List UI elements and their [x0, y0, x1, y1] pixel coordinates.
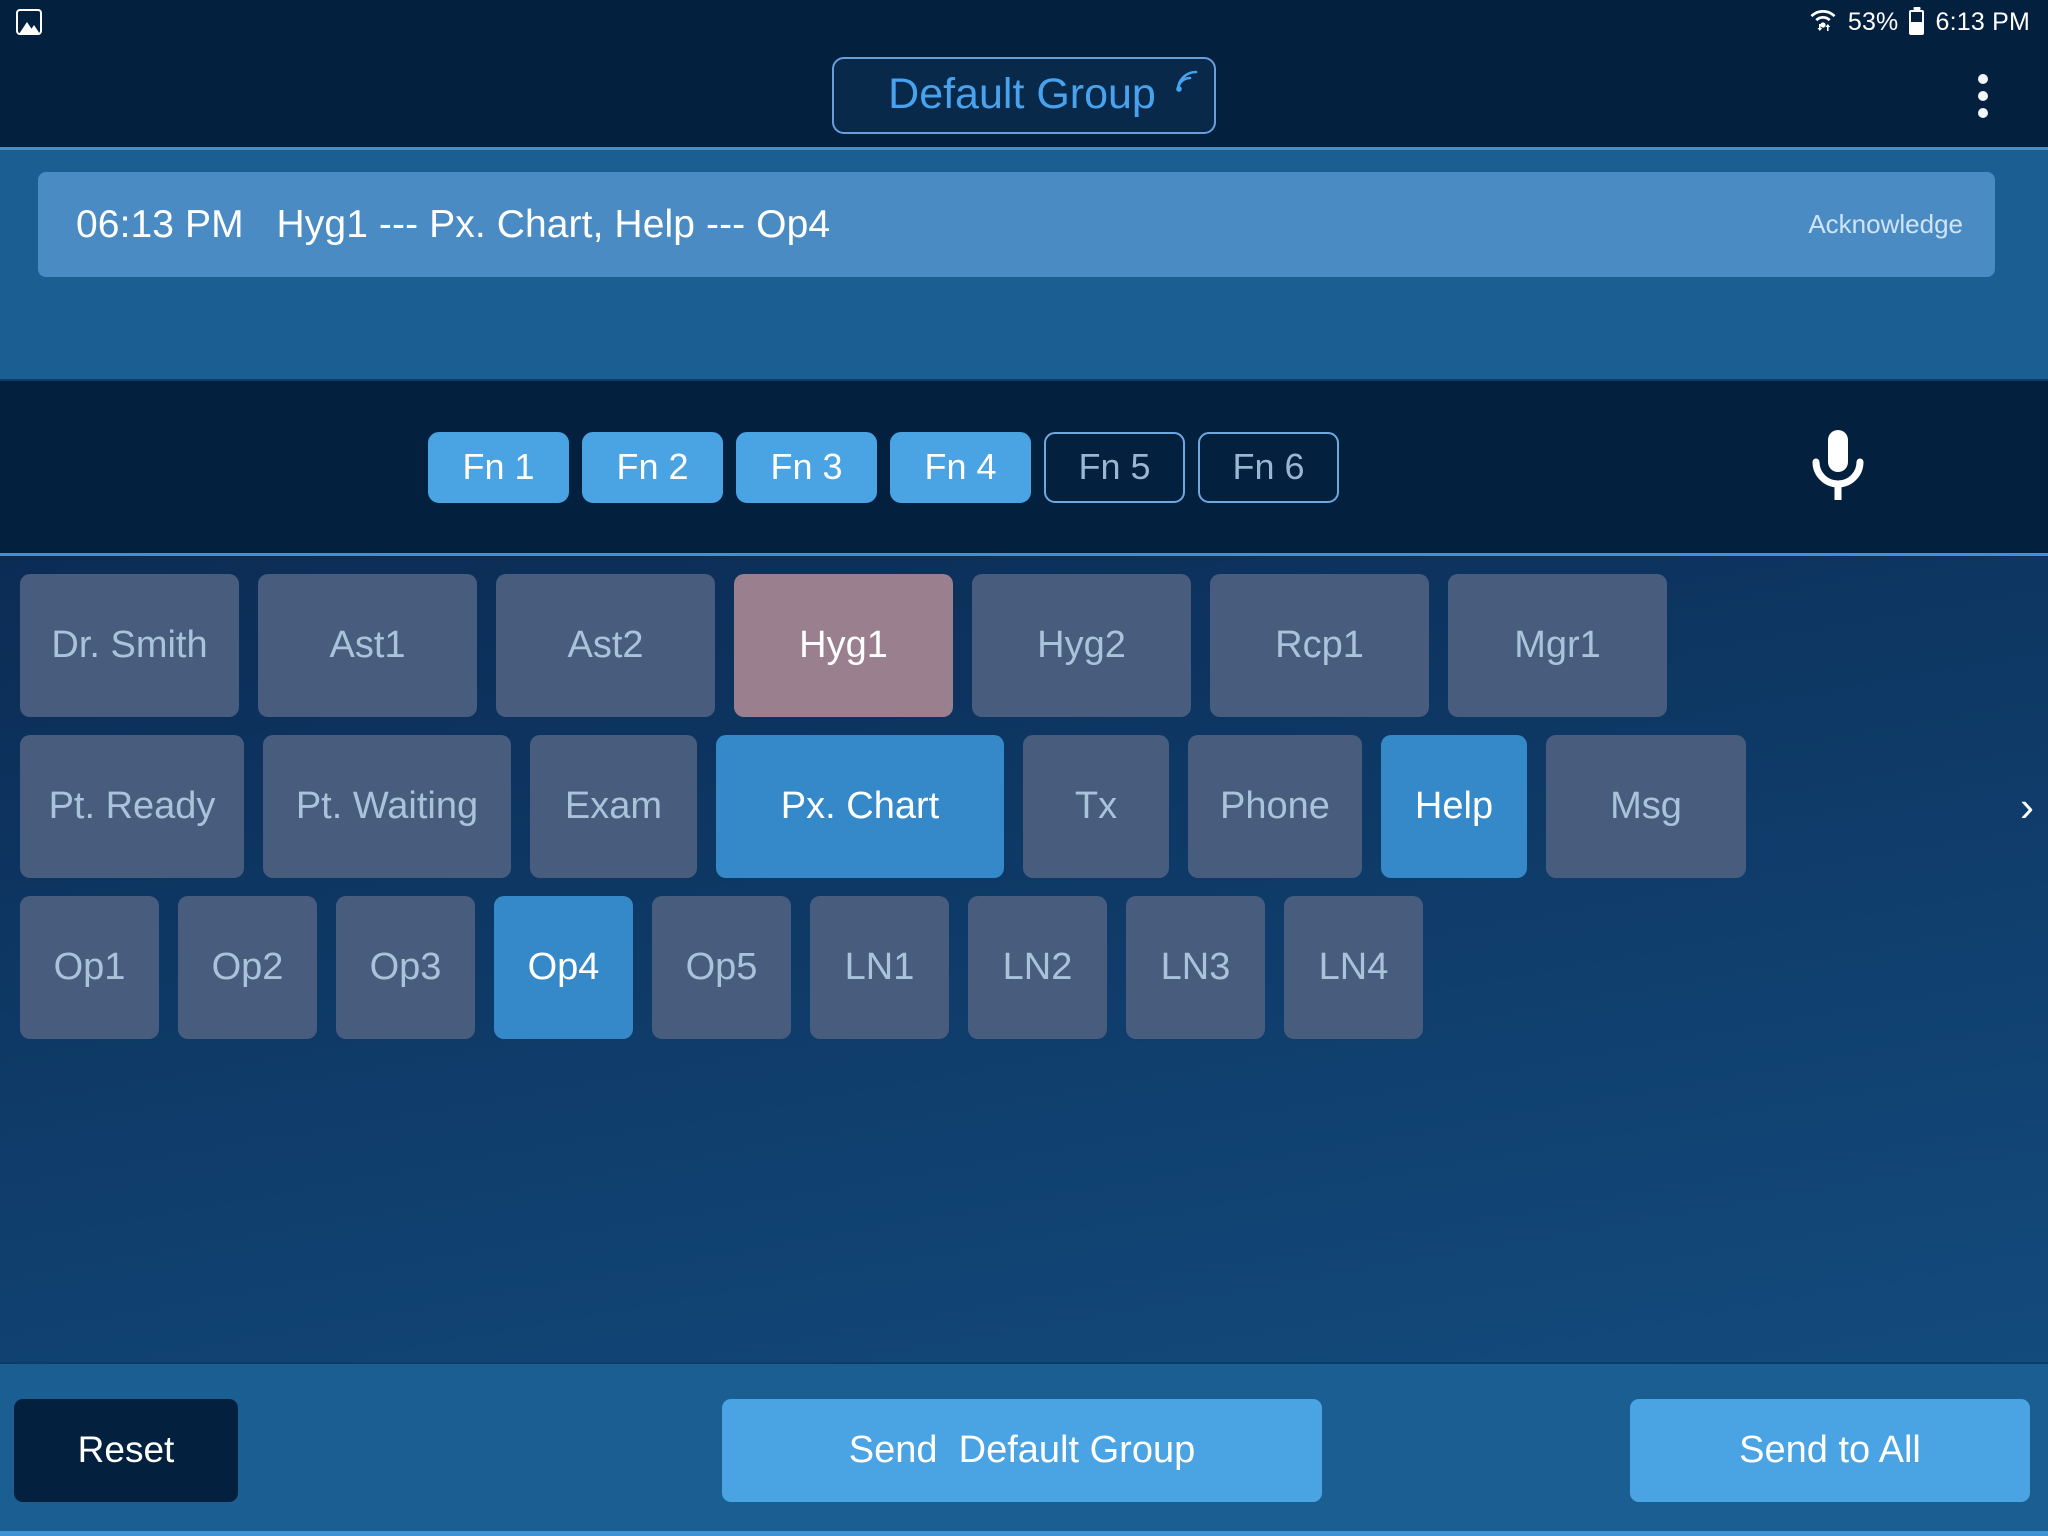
function-key-row: Fn 1 Fn 2 Fn 3 Fn 4 Fn 5 Fn 6 [428, 431, 1339, 503]
status-bar-left [16, 9, 42, 35]
fn-button-5[interactable]: Fn 5 [1044, 431, 1185, 503]
tile-mgr1[interactable]: Mgr1 [1448, 574, 1667, 717]
tile-hyg1[interactable]: Hyg1 [734, 574, 953, 717]
wifi-updown-icon [1809, 6, 1837, 39]
fn-button-3[interactable]: Fn 3 [736, 431, 877, 503]
tile-pt-ready[interactable]: Pt. Ready [20, 735, 244, 878]
overflow-dot [1978, 107, 1988, 118]
tile-pt-waiting[interactable]: Pt. Waiting [263, 735, 511, 878]
tile-phone[interactable]: Phone [1188, 735, 1362, 878]
battery-icon [1909, 9, 1925, 35]
tile-exam[interactable]: Exam [530, 735, 697, 878]
tile-grid: Dr. Smith Ast1 Ast2 Hyg1 Hyg2 Rcp1 Mgr1 … [0, 556, 2048, 1362]
function-key-strip: Fn 1 Fn 2 Fn 3 Fn 4 Fn 5 Fn 6 [0, 381, 2048, 556]
tile-op4[interactable]: Op4 [494, 896, 633, 1039]
tile-rcp1[interactable]: Rcp1 [1210, 574, 1429, 717]
tile-ln1[interactable]: LN1 [810, 896, 949, 1039]
message-text: 06:13 PM Hyg1 --- Px. Chart, Help --- Op… [76, 202, 831, 246]
tile-row-actions: Pt. Ready Pt. Waiting Exam Px. Chart Tx … [0, 735, 2048, 878]
tile-op1[interactable]: Op1 [20, 896, 159, 1039]
overflow-menu-icon[interactable] [1968, 64, 1998, 128]
overflow-dot [1978, 90, 1988, 101]
fn-button-6[interactable]: Fn 6 [1198, 431, 1339, 503]
message-panel: 06:13 PM Hyg1 --- Px. Chart, Help --- Op… [0, 150, 2048, 381]
tile-row-operatories: Op1 Op2 Op3 Op4 Op5 LN1 LN2 LN3 LN4 [0, 896, 2048, 1039]
broadcast-signal-icon [1170, 64, 1204, 98]
tile-ln4[interactable]: LN4 [1284, 896, 1423, 1039]
tile-ast1[interactable]: Ast1 [258, 574, 477, 717]
app-root: 53% 6:13 PM Default Group 06:13 PM Hyg1 … [0, 0, 2048, 1536]
tile-op2[interactable]: Op2 [178, 896, 317, 1039]
microphone-icon[interactable] [1800, 424, 1876, 510]
tile-dr-smith[interactable]: Dr. Smith [20, 574, 239, 717]
message-card[interactable]: 06:13 PM Hyg1 --- Px. Chart, Help --- Op… [38, 172, 1995, 277]
tile-ln2[interactable]: LN2 [968, 896, 1107, 1039]
tile-hyg2[interactable]: Hyg2 [972, 574, 1191, 717]
overflow-dot [1978, 73, 1988, 84]
status-bar-right: 53% 6:13 PM [1809, 6, 2030, 39]
group-selector-label: Default Group [888, 70, 1156, 118]
tile-msg[interactable]: Msg [1546, 735, 1746, 878]
fn-button-4[interactable]: Fn 4 [890, 431, 1031, 503]
chevron-right-icon[interactable]: › [2020, 785, 2034, 828]
tile-tx[interactable]: Tx [1023, 735, 1169, 878]
tile-row-staff: Dr. Smith Ast1 Ast2 Hyg1 Hyg2 Rcp1 Mgr1 [0, 574, 2048, 717]
status-bar-clock: 6:13 PM [1935, 7, 2030, 36]
fn-button-2[interactable]: Fn 2 [582, 431, 723, 503]
group-selector-button[interactable]: Default Group [832, 57, 1216, 134]
footer-action-bar: Reset Send Default Group Send to All [0, 1362, 2048, 1536]
tile-help[interactable]: Help [1381, 735, 1527, 878]
send-default-group-button[interactable]: Send Default Group [722, 1398, 1322, 1502]
tile-op3[interactable]: Op3 [336, 896, 475, 1039]
tile-op5[interactable]: Op5 [652, 896, 791, 1039]
fn-button-1[interactable]: Fn 1 [428, 431, 569, 503]
android-status-bar: 53% 6:13 PM [0, 0, 2048, 44]
photo-icon [16, 9, 42, 35]
tile-px-chart[interactable]: Px. Chart [716, 735, 1004, 878]
tile-ast2[interactable]: Ast2 [496, 574, 715, 717]
tile-ln3[interactable]: LN3 [1126, 896, 1265, 1039]
reset-button[interactable]: Reset [14, 1398, 238, 1502]
app-bar: Default Group [0, 44, 2048, 150]
battery-percent-label: 53% [1847, 7, 1899, 36]
acknowledge-button[interactable]: Acknowledge [1808, 209, 1967, 240]
send-to-all-button[interactable]: Send to All [1630, 1398, 2030, 1502]
